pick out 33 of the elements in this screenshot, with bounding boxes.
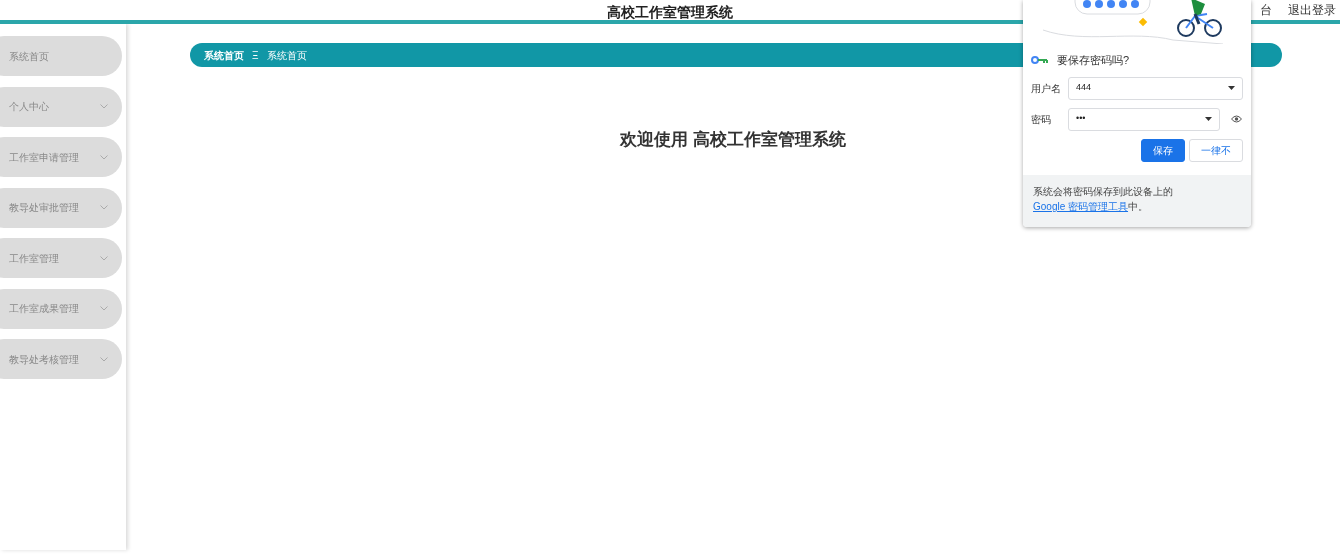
sidebar-item[interactable]: 工作室申请管理 [0, 137, 122, 177]
chevron-icon [100, 255, 108, 261]
header-link[interactable]: 台 [1260, 0, 1272, 20]
sidebar-item[interactable]: 个人中心 [0, 86, 122, 127]
sidebar-item[interactable]: 教导处审批管理 [0, 187, 122, 228]
password-dropdown[interactable]: ••• [1068, 107, 1220, 131]
password-manager-link[interactable]: Google 密码管理工具 [1033, 201, 1129, 212]
caret-icon [1205, 117, 1212, 121]
chevron-icon [100, 306, 108, 311]
chevron-icon [100, 154, 108, 160]
chevron-icon [100, 104, 108, 109]
sidebar-item[interactable]: 工作室成果管理 [0, 288, 122, 329]
welcome-heading: 欢迎使用 高校工作室管理系统 [620, 129, 846, 151]
breadcrumb-item[interactable]: 系统首页 [204, 47, 244, 63]
popup-title: 要保存密码吗? [1057, 53, 1130, 68]
key-icon [1031, 56, 1049, 65]
breadcrumb-item[interactable]: 系统首页 [266, 47, 307, 63]
app-title: 高校工作室管理系统 [607, 3, 733, 22]
chevron-icon [100, 205, 108, 210]
chevron-icon [100, 356, 108, 362]
never-button[interactable]: 一律不 [1189, 138, 1243, 162]
sidebar-item[interactable]: 工作室管理 [0, 238, 122, 278]
password-label: 密码 [1031, 112, 1052, 127]
sidebar-item[interactable]: 系统首页 [0, 36, 122, 76]
username-label: 用户名 [1031, 81, 1062, 96]
username-dropdown[interactable]: 444 [1068, 76, 1243, 100]
sidebar-item[interactable]: 教导处考核管理 [0, 339, 122, 379]
caret-icon [1228, 86, 1235, 90]
save-button[interactable]: 保存 [1141, 138, 1185, 162]
footer-note: 系统会将密码保存到此设备上的 Google 密码管理工具中。 [1023, 175, 1251, 227]
eye-icon[interactable] [1231, 115, 1242, 123]
breadcrumb-separator: Ξ [252, 48, 259, 63]
header-link[interactable]: 退出登录 [1288, 0, 1336, 20]
